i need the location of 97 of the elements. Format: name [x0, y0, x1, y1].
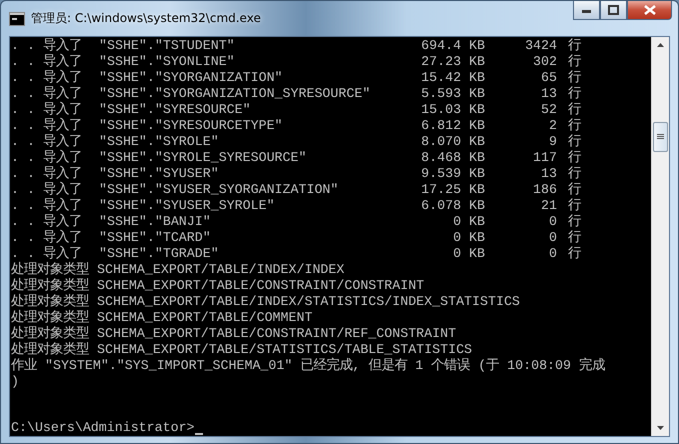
console-text: . . 导入了 [11, 86, 83, 102]
console-icon [9, 12, 25, 26]
data-size: 694.4 KB [420, 38, 485, 54]
console-text: . . 导入了 [11, 38, 83, 54]
unit-text: 行 [567, 230, 581, 246]
console-text: . . 导入了 [11, 246, 83, 262]
data-size: 5.593 KB [420, 86, 485, 102]
console-text: . . 导入了 [11, 198, 83, 214]
console-text: 处理对象类型 [11, 326, 89, 342]
unit-text: 行 [567, 54, 581, 70]
row-count: 117 [532, 150, 557, 166]
data-size: 15.42 KB [420, 70, 485, 86]
row-count: 9 [548, 134, 557, 150]
data-size: 8.070 KB [420, 134, 485, 150]
minimize-icon [582, 7, 592, 13]
maximize-icon [608, 5, 619, 15]
row-count: 65 [540, 70, 557, 86]
console-text: . . 导入了 [11, 118, 83, 134]
close-icon [644, 5, 656, 15]
data-size: 6.078 KB [420, 198, 485, 214]
console-text: . . 导入了 [11, 70, 83, 86]
console-text: 处理对象类型 [11, 310, 89, 326]
table-name: "SSHE"."SYORGANIZATION" [99, 70, 284, 86]
unit-text: 行 [567, 182, 581, 198]
table-name: "SSHE"."SYONLINE" [99, 54, 236, 70]
row-count: 21 [540, 198, 557, 214]
unit-text: 行 [567, 86, 581, 102]
row-count: 13 [540, 86, 557, 102]
minimize-button[interactable] [573, 1, 600, 20]
table-name: "SSHE"."SYRESOURCETYPE" [99, 118, 284, 134]
row-count: 0 [548, 246, 557, 262]
row-count: 13 [540, 166, 557, 182]
console-text: ) [11, 374, 20, 390]
scroll-thumb[interactable] [653, 122, 668, 152]
console-text: . . 导入了 [11, 230, 83, 246]
object-path: SCHEMA_EXPORT/TABLE/STATISTICS/TABLE_STATISTICS [97, 342, 472, 358]
grip-icon [657, 134, 664, 140]
scrollbar[interactable] [651, 37, 669, 436]
table-name: "SSHE"."SYROLE" [99, 134, 220, 150]
object-path: SCHEMA_EXPORT/TABLE/INDEX/STATISTICS/INDEX_STATISTICS [97, 294, 520, 310]
table-name: "SSHE"."TSTUDENT" [99, 38, 236, 54]
console-text: . . 导入了 [11, 166, 83, 182]
job-status-line: 作业 "SYSTEM"."SYS_IMPORT_SCHEMA_01" 已经完成, 但是有 1 个错误 (于 10:08:09 完成 [11, 358, 606, 374]
unit-text: 行 [567, 134, 581, 150]
text-cursor [194, 433, 203, 435]
row-count: 302 [532, 54, 557, 70]
data-size: 15.03 KB [420, 102, 485, 118]
data-size: 6.812 KB [420, 118, 485, 134]
unit-text: 行 [567, 150, 581, 166]
close-button[interactable] [627, 1, 672, 20]
table-name: "SSHE"."TGRADE" [99, 246, 220, 262]
data-size: 17.25 KB [420, 182, 485, 198]
console-text: . . 导入了 [11, 102, 83, 118]
console-text: . . 导入了 [11, 214, 83, 230]
table-name: "SSHE"."TCARD" [99, 230, 212, 246]
unit-text: 行 [567, 38, 581, 54]
data-size: 27.23 KB [420, 54, 485, 70]
console-text: . . 导入了 [11, 182, 83, 198]
console-text: . . 导入了 [11, 150, 83, 166]
row-count: 0 [548, 214, 557, 230]
table-name: "SSHE"."SYUSER_SYROLE" [99, 198, 276, 214]
console-text: . . 导入了 [11, 134, 83, 150]
object-path: SCHEMA_EXPORT/TABLE/CONSTRAINT/CONSTRAINT [97, 278, 424, 294]
window-title: 管理员: C:\windows\system32\cmd.exe [31, 10, 261, 27]
table-name: "SSHE"."SYUSER_SYORGANIZATION" [99, 182, 340, 198]
table-name: "SSHE"."SYROLE_SYRESOURCE" [99, 150, 308, 166]
row-count: 3424 [524, 38, 557, 54]
row-count: 0 [548, 230, 557, 246]
row-count: 186 [532, 182, 557, 198]
command-prompt: C:\Users\Administrator> [11, 420, 195, 436]
object-path: SCHEMA_EXPORT/TABLE/CONSTRAINT/REF_CONSTRAINT [97, 326, 456, 342]
unit-text: 行 [567, 70, 581, 86]
unit-text: 行 [567, 198, 581, 214]
row-count: 52 [540, 102, 557, 118]
object-path: SCHEMA_EXPORT/TABLE/INDEX/INDEX [97, 262, 344, 278]
data-size: 9.539 KB [420, 166, 485, 182]
console-text: 处理对象类型 [11, 342, 89, 358]
unit-text: 行 [567, 214, 581, 230]
unit-text: 行 [567, 246, 581, 262]
maximize-button[interactable] [600, 1, 627, 20]
console-text: 处理对象类型 [11, 262, 89, 278]
console-text: 处理对象类型 [11, 278, 89, 294]
console-text: 处理对象类型 [11, 294, 89, 310]
object-path: SCHEMA_EXPORT/TABLE/COMMENT [97, 310, 312, 326]
data-size: 0 KB [452, 214, 485, 230]
console-text: . . 导入了 [11, 54, 83, 70]
data-size: 0 KB [452, 246, 485, 262]
data-size: 0 KB [452, 230, 485, 246]
unit-text: 行 [567, 118, 581, 134]
unit-text: 行 [567, 166, 581, 182]
table-name: "SSHE"."SYORGANIZATION_SYRESOURCE" [99, 86, 372, 102]
row-count: 2 [548, 118, 557, 134]
table-name: "SSHE"."BANJI" [99, 214, 212, 230]
data-size: 8.468 KB [420, 150, 485, 166]
table-name: "SSHE"."SYUSER" [99, 166, 220, 182]
table-name: "SSHE"."SYRESOURCE" [99, 102, 252, 118]
unit-text: 行 [567, 102, 581, 118]
